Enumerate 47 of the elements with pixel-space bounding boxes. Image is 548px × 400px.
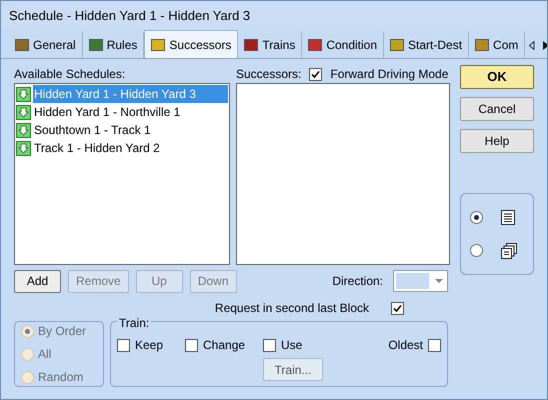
checkbox[interactable] xyxy=(391,302,404,314)
tab-icon xyxy=(475,39,490,51)
list-label: Available Schedules: xyxy=(14,66,126,83)
radio-label: All xyxy=(38,346,52,363)
list-icon xyxy=(501,210,515,224)
list-item[interactable]: Hidden Yard 1 - Northville 1 xyxy=(33,103,228,121)
stacked-pages-icon xyxy=(501,242,517,258)
tab-icon xyxy=(390,39,404,51)
radio-button[interactable] xyxy=(470,210,483,224)
tab[interactable]: Trains xyxy=(238,32,302,58)
tab-icon xyxy=(308,39,322,51)
tab[interactable]: Condition xyxy=(302,32,384,58)
dialog-button[interactable]: Help xyxy=(460,129,534,153)
tab[interactable]: Com xyxy=(469,32,526,58)
tab[interactable]: Start-Dest xyxy=(384,32,470,58)
tab[interactable]: Successors xyxy=(144,30,238,58)
window-title: Schedule - Hidden Yard 1 - Hidden Yard 3 xyxy=(1,1,547,31)
tab-icon xyxy=(244,39,258,51)
checkbox-label: Use xyxy=(281,337,302,354)
checkbox[interactable] xyxy=(117,338,130,352)
direction-label: Direction: xyxy=(332,273,383,290)
list-button[interactable]: Add xyxy=(14,270,61,292)
dialog-button[interactable]: OK xyxy=(460,65,534,89)
direction-dropdown[interactable] xyxy=(393,270,448,292)
checkbox[interactable] xyxy=(185,338,198,352)
dialog-button[interactable]: Cancel xyxy=(460,97,534,121)
checkbox-label: Keep xyxy=(135,337,164,354)
tab-icon xyxy=(151,38,166,50)
radio-button[interactable] xyxy=(470,244,483,257)
list-item[interactable]: Track 1 - Hidden Yard 2 xyxy=(33,139,228,157)
radio-label: By Order xyxy=(38,323,86,340)
tab-icon xyxy=(15,39,29,51)
successors-label: Successors: xyxy=(236,66,302,83)
train-button[interactable]: Train... xyxy=(263,358,323,381)
checkbox-label: Forward Driving Mode xyxy=(330,66,448,83)
request-label: Request in second last Block xyxy=(214,300,369,317)
checkbox[interactable] xyxy=(428,338,441,352)
checkbox-label: Change xyxy=(203,337,246,354)
tab-icon xyxy=(88,39,103,51)
tab[interactable]: General xyxy=(9,32,83,58)
dropdown-caret-icon xyxy=(435,279,443,283)
checkbox[interactable] xyxy=(309,68,322,80)
scroll-left-icon[interactable] xyxy=(529,40,536,50)
radio-label: Random xyxy=(38,369,84,386)
list-item[interactable]: Southtown 1 - Track 1 xyxy=(33,121,228,139)
checkbox-label: Oldest xyxy=(388,337,423,354)
checkbox[interactable] xyxy=(263,338,276,352)
